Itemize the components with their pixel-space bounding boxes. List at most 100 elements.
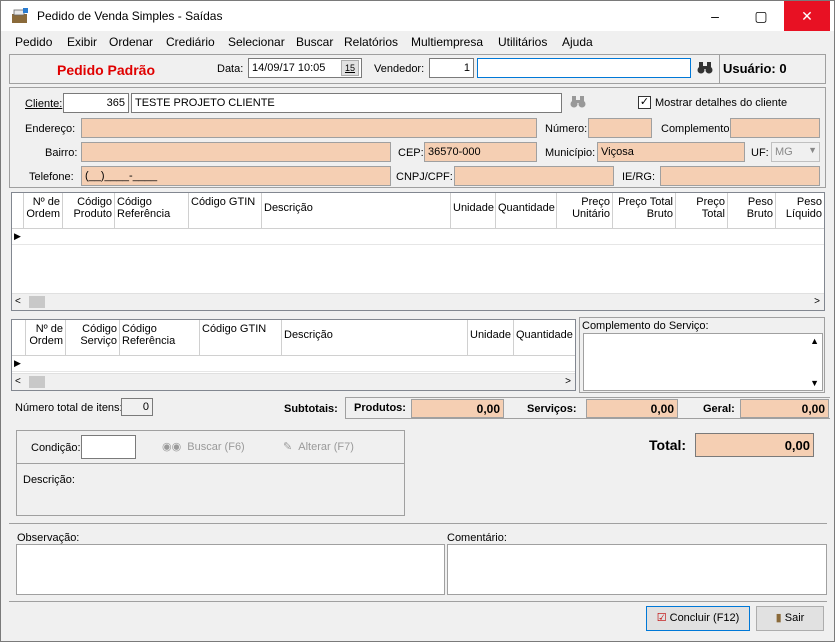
order-type-label: Pedido Padrão <box>57 62 156 78</box>
products-col-product-code[interactable]: Código Produto <box>63 193 115 229</box>
district-field[interactable] <box>81 142 391 162</box>
products-scrollbar[interactable]: < > <box>12 293 824 310</box>
services-scroll-left-icon[interactable]: < <box>15 376 21 387</box>
seller-name-field[interactable] <box>477 58 691 78</box>
products-col-description[interactable]: Descrição <box>262 193 451 229</box>
menu-exibir[interactable]: Exibir <box>67 35 97 49</box>
close-button[interactable]: ✕ <box>784 1 830 31</box>
seller-code-field[interactable]: 1 <box>429 58 474 78</box>
items-count-field: 0 <box>121 398 153 416</box>
payment-description-label: Descrição: <box>23 474 75 486</box>
cep-field[interactable]: 36570-000 <box>424 142 537 162</box>
client-name-field[interactable]: TESTE PROJETO CLIENTE <box>131 93 562 113</box>
observation-textarea[interactable] <box>16 544 445 595</box>
scroll-right-icon[interactable]: > <box>814 296 820 307</box>
cnpj-field[interactable] <box>454 166 614 186</box>
menu-buscar[interactable]: Buscar <box>296 35 333 49</box>
general-subtotal-label: Geral: <box>703 403 735 415</box>
show-details-checkbox[interactable]: ✓ <box>638 96 651 109</box>
uf-value: MG <box>775 146 793 158</box>
menu-relatorios[interactable]: Relatórios <box>344 35 398 49</box>
district-label: Bairro: <box>45 147 78 159</box>
products-col-net-weight[interactable]: Peso Líquido <box>776 193 824 229</box>
menu-ordenar[interactable]: Ordenar <box>109 35 153 49</box>
title-bar: Pedido de Venda Simples - Saídas ‒ ▢ ✕ <box>1 1 834 31</box>
uf-select[interactable]: MG ▼ <box>771 142 820 162</box>
products-grid[interactable]: Nº de Ordem Código Produto Código Referê… <box>11 192 825 311</box>
header-divider <box>719 55 720 83</box>
row-pointer-icon: ▶ <box>14 231 21 241</box>
services-scrollbar[interactable]: < > <box>12 373 575 390</box>
total-field: 0,00 <box>695 433 814 457</box>
edit-condition-label: Alterar (F7) <box>298 441 354 453</box>
menu-pedido[interactable]: Pedido <box>15 35 52 49</box>
ie-label: IE/RG: <box>622 171 656 183</box>
services-new-row[interactable]: ▶ <box>12 356 575 372</box>
complement-field[interactable] <box>730 118 820 138</box>
products-row-header <box>12 193 24 229</box>
products-col-gtin[interactable]: Código GTIN <box>189 193 262 229</box>
products-col-unit[interactable]: Unidade <box>451 193 496 229</box>
products-col-gross-weight[interactable]: Peso Bruto <box>728 193 776 229</box>
services-col-unit[interactable]: Unidade <box>468 320 514 356</box>
products-col-reference[interactable]: Código Referência <box>115 193 189 229</box>
phone-field[interactable]: (__)____-____ <box>81 166 391 186</box>
products-col-order[interactable]: Nº de Ordem <box>24 193 63 229</box>
search-condition-label: Buscar (F6) <box>187 441 245 453</box>
window-title: Pedido de Venda Simples - Saídas <box>37 9 223 23</box>
products-col-total-price[interactable]: Preço Total <box>676 193 728 229</box>
scroll-up-icon[interactable]: ▲ <box>810 336 819 346</box>
city-field[interactable]: Viçosa <box>597 142 745 162</box>
products-scroll-thumb[interactable] <box>29 296 45 308</box>
condition-label: Condição: <box>31 442 81 454</box>
products-new-row[interactable]: ▶ <box>12 229 824 245</box>
exit-button[interactable]: ▮ Sair <box>756 606 824 631</box>
services-scroll-thumb[interactable] <box>29 376 45 388</box>
services-grid[interactable]: Nº de Ordem Código Serviço Código Referê… <box>11 319 576 391</box>
complement-label: Complemento: <box>661 123 733 135</box>
services-col-service-code[interactable]: Código Serviço <box>66 320 120 356</box>
menu-utilitarios[interactable]: Utilitários <box>498 35 547 49</box>
service-complement-label: Complemento do Serviço: <box>582 320 709 332</box>
products-col-unit-price[interactable]: Preço Unitário <box>557 193 613 229</box>
products-col-quantity[interactable]: Quantidade <box>496 193 557 229</box>
services-row-pointer-icon: ▶ <box>14 358 21 368</box>
number-field[interactable] <box>588 118 652 138</box>
calendar-button[interactable]: 15 <box>341 60 359 76</box>
scroll-left-icon[interactable]: < <box>15 296 21 307</box>
payment-condition-panel: Condição: ◉◉ Buscar (F6) ✎ Alterar (F7) <box>16 430 405 464</box>
services-subtotal-field: 0,00 <box>586 399 678 418</box>
services-scroll-right-icon[interactable]: > <box>565 376 571 387</box>
scroll-down-icon[interactable]: ▼ <box>810 378 819 388</box>
comment-textarea[interactable] <box>447 544 827 595</box>
main-window: Pedido de Venda Simples - Saídas ‒ ▢ ✕ P… <box>0 0 835 642</box>
notes-divider <box>9 523 827 524</box>
address-field[interactable] <box>81 118 537 138</box>
show-details-label[interactable]: Mostrar detalhes do cliente <box>655 97 787 109</box>
services-col-gtin[interactable]: Código GTIN <box>200 320 282 356</box>
menu-crediario[interactable]: Crediário <box>166 35 215 49</box>
services-col-order[interactable]: Nº de Ordem <box>26 320 66 356</box>
services-col-reference[interactable]: Código Referência <box>120 320 200 356</box>
menu-multiempresa[interactable]: Multiempresa <box>411 35 483 49</box>
menu-selecionar[interactable]: Selecionar <box>228 35 285 49</box>
services-col-description[interactable]: Descrição <box>282 320 468 356</box>
products-col-gross-price[interactable]: Preço Total Bruto <box>613 193 676 229</box>
observation-label: Observação: <box>17 532 80 544</box>
general-subtotal-field: 0,00 <box>740 399 829 418</box>
ie-field[interactable] <box>660 166 820 186</box>
services-col-quantity[interactable]: Quantidade <box>514 320 575 356</box>
seller-label: Vendedor: <box>374 63 425 75</box>
menu-ajuda[interactable]: Ajuda <box>562 35 593 49</box>
edit-condition-button[interactable]: ✎ Alterar (F7) <box>283 440 354 453</box>
date-label: Data: <box>217 63 244 75</box>
client-code-field[interactable]: 365 <box>63 93 129 113</box>
condition-field[interactable] <box>81 435 136 459</box>
maximize-button[interactable]: ▢ <box>738 1 784 31</box>
minimize-button[interactable]: ‒ <box>692 1 738 31</box>
binoculars-icon[interactable] <box>697 61 713 75</box>
search-condition-button[interactable]: ◉◉ Buscar (F6) <box>162 440 245 453</box>
client-binoculars-icon[interactable] <box>570 95 586 109</box>
finish-button[interactable]: ☑ Concluir (F12) <box>646 606 750 631</box>
service-complement-textarea[interactable]: ▲ ▼ <box>583 333 823 391</box>
